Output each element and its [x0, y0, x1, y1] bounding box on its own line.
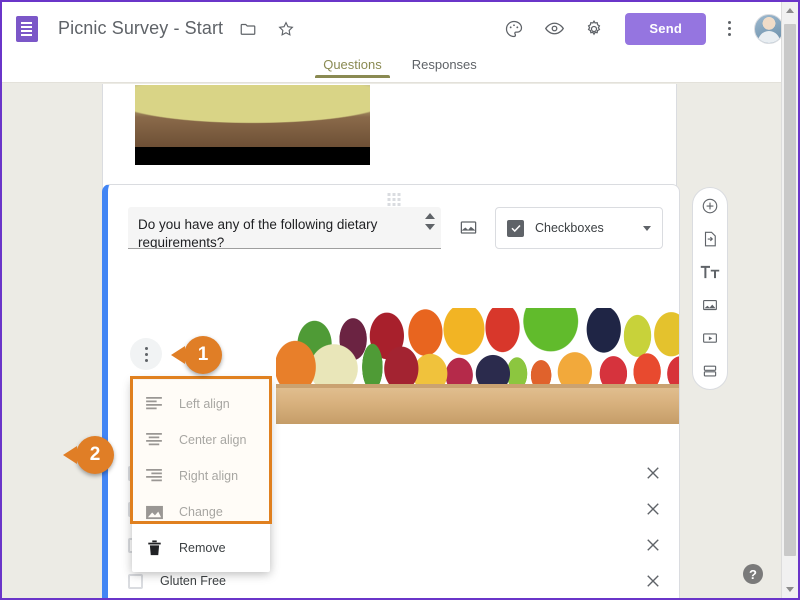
add-video-icon[interactable] — [700, 328, 720, 348]
editor-side-toolbar — [692, 187, 728, 390]
change-image-icon — [144, 502, 164, 522]
tab-questions[interactable]: Questions — [315, 55, 390, 78]
help-button[interactable]: ? — [743, 564, 763, 584]
avatar[interactable] — [754, 13, 784, 44]
add-image-icon[interactable] — [700, 295, 720, 315]
scroll-up-arrow-icon[interactable] — [782, 2, 798, 19]
scrollbar-thumb[interactable] — [784, 24, 796, 556]
menu-item-label: Remove — [179, 541, 226, 555]
menu-item-left-align[interactable]: Left align — [132, 386, 270, 422]
form-editor-canvas: Do you have any of the following dietary… — [2, 84, 781, 598]
menu-item-label: Right align — [179, 469, 239, 483]
drag-handle-icon[interactable] — [387, 193, 400, 206]
page-title[interactable]: Picnic Survey - Start — [58, 18, 223, 39]
tab-bar: Questions Responses — [2, 55, 798, 83]
import-questions-icon[interactable] — [700, 229, 720, 249]
send-button[interactable]: Send — [625, 12, 706, 45]
image-options-kebab[interactable] — [130, 338, 162, 370]
palette-icon[interactable] — [497, 12, 531, 46]
remove-option-icon[interactable] — [643, 463, 663, 483]
star-icon[interactable] — [273, 16, 299, 42]
question-header-row: Do you have any of the following dietary… — [128, 207, 663, 249]
question-type-select[interactable]: Checkboxes — [495, 207, 663, 249]
question-type-label: Checkboxes — [535, 221, 604, 235]
menu-item-label: Change — [179, 505, 223, 519]
question-text: Do you have any of the following dietary… — [138, 217, 378, 249]
question-image[interactable] — [276, 290, 679, 450]
chevron-down-icon — [643, 225, 651, 231]
menu-item-change[interactable]: Change — [132, 494, 270, 530]
trash-icon — [144, 538, 164, 558]
format-align-left-icon — [144, 394, 164, 414]
question-input[interactable]: Do you have any of the following dietary… — [128, 207, 441, 249]
gear-icon[interactable] — [577, 12, 611, 46]
vegetable-pile — [276, 308, 679, 390]
image-align-menu: Left align Center align Right align Chan… — [132, 380, 270, 572]
option-checkbox-icon[interactable] — [128, 573, 143, 589]
menu-item-right-align[interactable]: Right align — [132, 458, 270, 494]
remove-option-icon[interactable] — [643, 499, 663, 519]
remove-option-icon[interactable] — [643, 571, 663, 591]
remove-option-icon[interactable] — [643, 535, 663, 555]
google-forms-icon — [16, 15, 38, 42]
app-header: Picnic Survey - Start Send — [2, 2, 798, 55]
menu-item-label: Center align — [179, 433, 247, 447]
callout-badge-1: 1 — [171, 336, 222, 374]
add-title-description-icon[interactable] — [700, 262, 720, 282]
menu-item-remove[interactable]: Remove — [132, 530, 270, 566]
insert-image-icon[interactable] — [451, 210, 485, 244]
add-question-icon[interactable] — [700, 196, 720, 216]
menu-item-label: Left align — [179, 397, 230, 411]
tab-responses[interactable]: Responses — [408, 55, 481, 78]
checkbox-icon — [507, 219, 524, 237]
folder-icon[interactable] — [235, 16, 261, 42]
browser-window: Picnic Survey - Start Send Questions Res… — [0, 0, 800, 600]
potato-salad-image — [135, 85, 370, 165]
menu-item-center-align[interactable]: Center align — [132, 422, 270, 458]
callout-badge-2: 2 — [63, 436, 114, 474]
wooden-board — [276, 384, 679, 424]
question-scroll-spinner[interactable] — [425, 213, 435, 230]
format-align-right-icon — [144, 466, 164, 486]
eye-preview-icon[interactable] — [537, 12, 571, 46]
format-align-center-icon — [144, 430, 164, 450]
header-more-menu-icon[interactable] — [714, 12, 744, 46]
add-section-icon[interactable] — [700, 361, 720, 381]
scroll-down-arrow-icon[interactable] — [782, 581, 798, 598]
option-label: Gluten Free — [160, 574, 227, 588]
vertical-scrollbar[interactable] — [781, 2, 798, 598]
